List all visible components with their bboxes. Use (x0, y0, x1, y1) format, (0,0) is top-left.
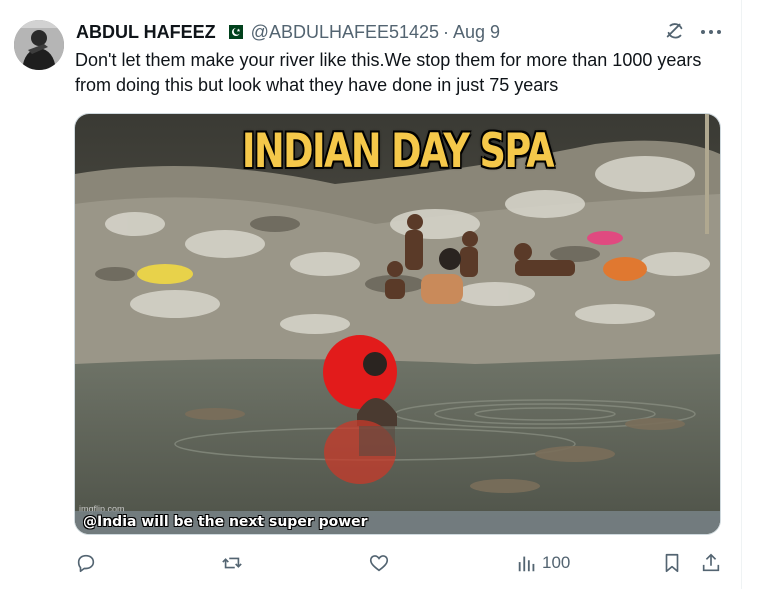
tweet[interactable]: ABDUL HAFEEZ @ABDULHAFEE51425 · Aug 9 Do… (0, 0, 741, 589)
views-icon (516, 552, 538, 574)
views-count: 100 (542, 553, 571, 572)
bookmark-button[interactable] (661, 548, 683, 578)
display-name[interactable]: ABDUL HAFEEZ (76, 22, 216, 43)
grok-icon[interactable] (664, 20, 686, 42)
user-handle[interactable]: @ABDULHAFEE51425 (251, 22, 439, 43)
views-button[interactable]: 100 (516, 548, 570, 578)
pakistan-flag-icon (223, 25, 243, 39)
retweet-icon (221, 552, 243, 574)
avatar[interactable] (14, 20, 64, 70)
meme-caption: @India will be the next super power (83, 514, 368, 530)
tweet-text: Don't let them make your river like this… (75, 50, 702, 95)
tweet-header: ABDUL HAFEEZ @ABDULHAFEE51425 · Aug 9 (76, 20, 500, 44)
more-options-icon[interactable] (698, 22, 724, 42)
heart-icon (368, 552, 390, 574)
tweet-image[interactable]: INDIAN DAY SPA imgflip.com @India will b… (74, 113, 721, 535)
tweet-actions: 100 (0, 548, 741, 578)
reply-button[interactable] (75, 548, 97, 578)
timeline-border (741, 0, 742, 589)
share-icon (700, 552, 722, 574)
tweet-date[interactable]: Aug 9 (453, 22, 500, 43)
separator-dot: · (443, 21, 450, 42)
share-button[interactable] (700, 548, 722, 578)
meme-title: INDIAN DAY SPA (241, 124, 555, 179)
retweet-button[interactable] (221, 548, 243, 578)
reply-icon (75, 552, 97, 574)
bookmark-icon (661, 552, 683, 574)
like-button[interactable] (368, 548, 390, 578)
